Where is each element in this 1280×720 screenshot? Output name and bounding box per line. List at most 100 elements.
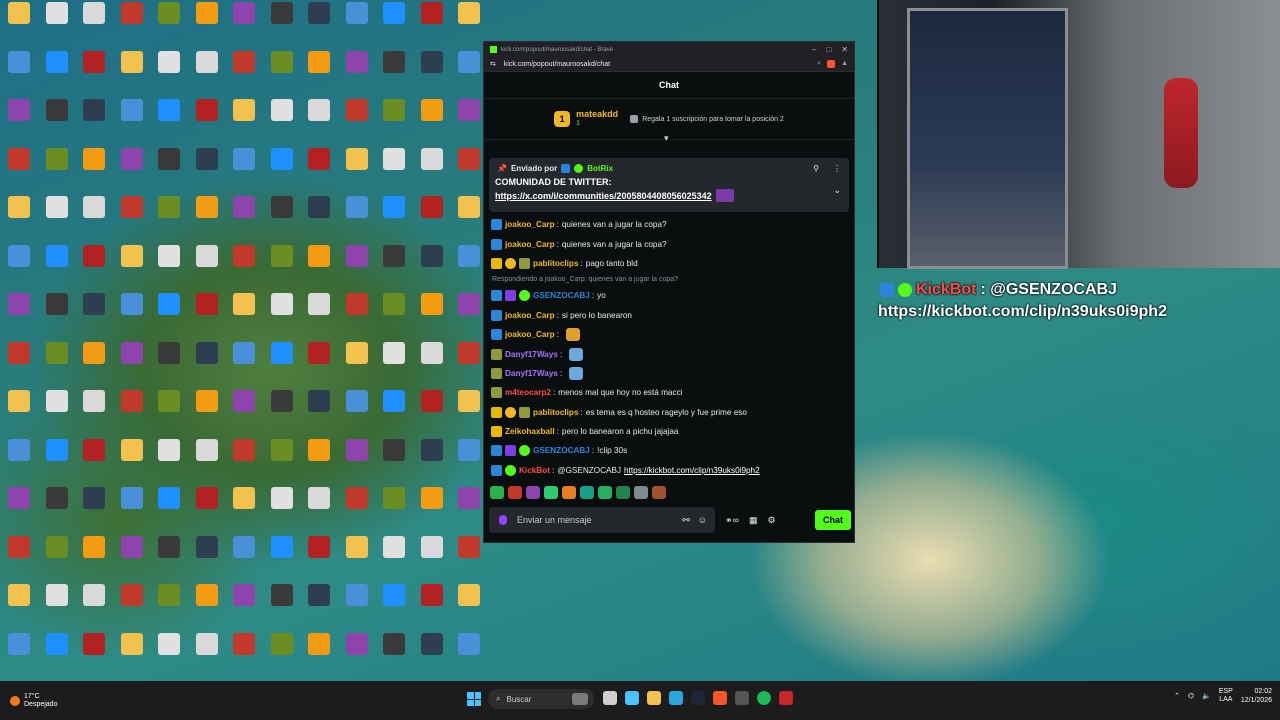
desktop-shortcut[interactable]: [77, 632, 111, 655]
spotify-icon[interactable]: [757, 691, 771, 705]
file-explorer-icon[interactable]: [647, 691, 661, 705]
desktop-shortcut[interactable]: [152, 293, 186, 315]
quick-emote-icon[interactable]: [616, 485, 630, 499]
desktop-shortcut[interactable]: [115, 632, 149, 655]
desktop-shortcut[interactable]: [40, 438, 74, 461]
desktop-shortcut[interactable]: [227, 584, 261, 606]
desktop-shortcut[interactable]: [265, 438, 299, 461]
desktop-shortcut[interactable]: [377, 632, 411, 655]
desktop-shortcut[interactable]: [302, 2, 336, 24]
message-username[interactable]: pablitoclips: [533, 259, 579, 268]
desktop-shortcut[interactable]: [227, 50, 261, 73]
desktop-shortcut[interactable]: [190, 50, 224, 73]
desktop-shortcut[interactable]: [452, 293, 486, 315]
message-username[interactable]: Danyf17Ways: [505, 369, 558, 378]
desktop-shortcut[interactable]: [302, 244, 336, 267]
desktop-shortcut[interactable]: [152, 584, 186, 606]
desktop-shortcut[interactable]: [2, 390, 36, 412]
desktop-shortcut[interactable]: [2, 196, 36, 218]
desktop-shortcut[interactable]: [340, 99, 374, 121]
taskbar-search[interactable]: ⌕ Buscar: [488, 689, 594, 709]
desktop-shortcut[interactable]: [40, 50, 74, 73]
desktop-shortcut[interactable]: [452, 632, 486, 655]
weather-widget[interactable]: 17°C Despejado: [10, 693, 57, 709]
desktop-shortcut[interactable]: [302, 535, 336, 558]
obs-icon[interactable]: [735, 691, 749, 705]
desktop-shortcut[interactable]: [265, 50, 299, 73]
quick-emote-icon[interactable]: [598, 485, 612, 499]
desktop-shortcut[interactable]: [302, 196, 336, 218]
desktop-shortcut[interactable]: [190, 632, 224, 655]
capture-app-icon[interactable]: [779, 691, 793, 705]
desktop-shortcut[interactable]: [415, 244, 449, 267]
desktop-shortcut[interactable]: [340, 584, 374, 606]
desktop-shortcut[interactable]: [415, 147, 449, 170]
edge-icon[interactable]: [669, 691, 683, 705]
desktop-shortcut[interactable]: [40, 293, 74, 315]
desktop-shortcut[interactable]: [415, 196, 449, 218]
desktop-shortcut[interactable]: [77, 390, 111, 412]
desktop-shortcut[interactable]: [302, 390, 336, 412]
desktop-shortcut[interactable]: [302, 50, 336, 73]
desktop-shortcut[interactable]: [2, 99, 36, 121]
desktop-shortcut[interactable]: [265, 535, 299, 558]
message-username[interactable]: m4teocarp2: [505, 388, 551, 397]
desktop-shortcut[interactable]: [40, 196, 74, 218]
desktop-shortcut[interactable]: [265, 244, 299, 267]
desktop-shortcut[interactable]: [115, 535, 149, 558]
brave-shields-icon[interactable]: [827, 60, 836, 68]
desktop-shortcut[interactable]: [452, 535, 486, 558]
desktop-shortcut[interactable]: [115, 99, 149, 121]
widgets-icon[interactable]: [625, 691, 639, 705]
desktop-shortcut[interactable]: [115, 487, 149, 509]
quick-emote-icon[interactable]: [634, 485, 648, 499]
desktop-shortcut[interactable]: [340, 147, 374, 170]
desktop-shortcut[interactable]: [377, 50, 411, 73]
desktop-shortcut[interactable]: [227, 2, 261, 24]
desktop-shortcut[interactable]: [340, 535, 374, 558]
desktop-shortcut[interactable]: [452, 244, 486, 267]
tray-overflow-icon[interactable]: ⌃: [1174, 692, 1180, 700]
desktop-shortcut[interactable]: [377, 293, 411, 315]
desktop-shortcut[interactable]: [302, 293, 336, 315]
desktop-shortcut[interactable]: [40, 535, 74, 558]
desktop-shortcut[interactable]: [152, 147, 186, 170]
desktop-shortcut[interactable]: [227, 390, 261, 412]
desktop-shortcut[interactable]: [152, 438, 186, 461]
desktop-shortcut[interactable]: [152, 99, 186, 121]
desktop-shortcut[interactable]: [415, 438, 449, 461]
desktop-shortcut[interactable]: [152, 2, 186, 24]
desktop-shortcut[interactable]: [265, 632, 299, 655]
desktop-shortcut[interactable]: [190, 147, 224, 170]
desktop-shortcut[interactable]: [377, 2, 411, 24]
desktop-shortcut[interactable]: [377, 487, 411, 509]
desktop-shortcut[interactable]: [115, 390, 149, 412]
desktop-shortcut[interactable]: [227, 487, 261, 509]
desktop-shortcut[interactable]: [265, 487, 299, 509]
desktop-shortcut[interactable]: [152, 632, 186, 655]
desktop-shortcut[interactable]: [377, 196, 411, 218]
close-icon[interactable]: ✕: [841, 45, 848, 54]
desktop-shortcut[interactable]: [377, 390, 411, 412]
message-username[interactable]: Zeikohaxball: [505, 427, 555, 436]
desktop-shortcut[interactable]: [152, 390, 186, 412]
language-indicator[interactable]: ESP LAA: [1219, 688, 1233, 704]
minimize-icon[interactable]: –: [812, 45, 816, 54]
desktop-shortcut[interactable]: [302, 99, 336, 121]
brave-icon[interactable]: [713, 691, 727, 705]
desktop-shortcut[interactable]: [377, 244, 411, 267]
desktop-shortcut[interactable]: [302, 584, 336, 606]
gift-sub-prompt[interactable]: Regala 1 suscripción para tomar la posic…: [630, 115, 784, 123]
desktop-shortcut[interactable]: [190, 487, 224, 509]
desktop-shortcut[interactable]: [40, 244, 74, 267]
desktop-shortcut[interactable]: [227, 244, 261, 267]
store-icon[interactable]: ▦: [749, 515, 758, 526]
desktop-shortcut[interactable]: [302, 341, 336, 364]
unpin-icon[interactable]: ⚲: [813, 164, 819, 173]
desktop-shortcut[interactable]: [115, 293, 149, 315]
desktop-shortcut[interactable]: [452, 438, 486, 461]
desktop-shortcut[interactable]: [77, 196, 111, 218]
desktop-shortcut[interactable]: [115, 341, 149, 364]
zoom-icon[interactable]: ⌕: [817, 60, 821, 68]
desktop-shortcut[interactable]: [2, 2, 36, 24]
